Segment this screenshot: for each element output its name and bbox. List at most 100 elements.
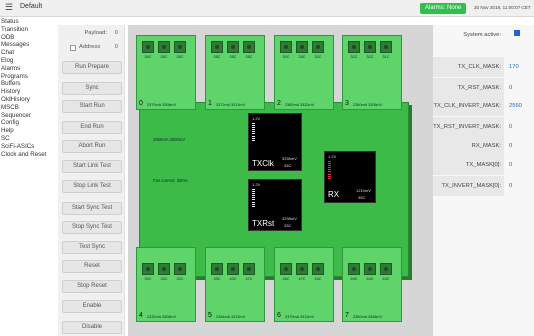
start-link-test-button[interactable]: Start Link Test bbox=[62, 160, 122, 173]
chip bbox=[280, 263, 292, 275]
sync-button[interactable]: Sync bbox=[62, 82, 122, 95]
stop-reset-button[interactable]: Stop Reset bbox=[62, 280, 122, 293]
sidebar-item-mscb[interactable]: MSCB bbox=[0, 104, 56, 112]
sidebar-item-history[interactable]: History bbox=[0, 88, 56, 96]
mask-value[interactable]: 0 bbox=[509, 136, 512, 156]
system-active-row: System active: bbox=[433, 25, 534, 45]
module-temp: 40C bbox=[229, 277, 237, 281]
module-7[interactable]: 49C 44C 43C 7 2380mA 3308mV bbox=[342, 247, 402, 322]
run-prepare-button[interactable]: Run Prepare bbox=[62, 61, 122, 74]
stop-link-test-button[interactable]: Stop Link Test bbox=[62, 180, 122, 193]
sidebar: Status Transition ODB Messages Chat Elog… bbox=[0, 18, 56, 158]
sidebar-item-oldhistory[interactable]: OldHistory bbox=[0, 96, 56, 104]
rx-chip[interactable]: 1.2V RX 1210mV 35C bbox=[324, 151, 376, 203]
module-stats: 2380mA 3308mV bbox=[353, 103, 383, 107]
sidebar-item-scifi-asics[interactable]: SciFi-ASICs bbox=[0, 143, 56, 151]
mask-label: RX_MASK: bbox=[433, 136, 504, 156]
chip bbox=[312, 41, 324, 53]
chip bbox=[296, 41, 308, 53]
sidebar-item-programs[interactable]: Programs bbox=[0, 73, 56, 81]
sidebar-item-elog[interactable]: Elog bbox=[0, 57, 56, 65]
chip bbox=[364, 41, 376, 53]
chip bbox=[158, 41, 170, 53]
hamburger-icon[interactable]: ☰ bbox=[5, 2, 13, 13]
sidebar-item-alarms[interactable]: Alarms bbox=[0, 65, 56, 73]
disable-button[interactable]: Disable bbox=[62, 321, 122, 334]
sidebar-item-buffers[interactable]: Buffers bbox=[0, 80, 56, 88]
address-checkbox[interactable] bbox=[70, 45, 76, 51]
mask-value[interactable]: 0 bbox=[509, 176, 512, 196]
module-6[interactable]: 45C 47C 43C 6 2370mA 3312mV bbox=[274, 247, 334, 322]
sidebar-item-clock-and-reset[interactable]: Clock and Reset bbox=[0, 151, 56, 159]
sidebar-item-odb[interactable]: ODB bbox=[0, 34, 56, 42]
txclk-tag: 1.2V bbox=[252, 116, 261, 121]
module-temp: 34C bbox=[144, 55, 152, 59]
txrst-name: TXRst bbox=[252, 219, 275, 228]
txrst-temp: 33C bbox=[284, 223, 292, 228]
chip bbox=[243, 41, 255, 53]
module-4[interactable]: 39C 33C 32C 4 2332mA 3308mV bbox=[136, 247, 196, 322]
payload-value[interactable]: 0 bbox=[115, 30, 118, 36]
txrst-chip[interactable]: 1.2V TXRst 3298mV 33C bbox=[248, 179, 302, 231]
module-temp: 45C bbox=[282, 277, 290, 281]
board-power-label: 2900mA 3300mV bbox=[153, 137, 186, 142]
address-value[interactable]: 0 bbox=[115, 44, 118, 50]
mask-label: TX_MASK[0]: bbox=[433, 155, 504, 175]
start-run-button[interactable]: Start Run bbox=[62, 100, 122, 113]
sidebar-item-status[interactable]: Status bbox=[0, 18, 56, 26]
sidebar-item-sequencer[interactable]: Sequencer bbox=[0, 112, 56, 120]
mask-label: TX_CLK_INVERT_MASK: bbox=[433, 96, 504, 116]
mask-row: TX_RST_INVERT_MASK: 0 bbox=[433, 117, 534, 137]
start-sync-test-button[interactable]: Start Sync Test bbox=[62, 202, 122, 215]
system-active-label: System active: bbox=[463, 32, 501, 38]
sidebar-item-chat[interactable]: Chat bbox=[0, 49, 56, 57]
mask-value[interactable]: 0 bbox=[509, 78, 512, 98]
sidebar-item-sc[interactable]: SC bbox=[0, 135, 56, 143]
control-panel: Payload: 0 Address 0 Run Prepare Sync St… bbox=[58, 25, 125, 336]
mask-row: RX_MASK: 0 bbox=[433, 136, 534, 156]
txrst-tag: 1.2V bbox=[252, 182, 261, 187]
abort-run-button[interactable]: Abort Run bbox=[62, 140, 122, 153]
chip bbox=[348, 263, 360, 275]
chip bbox=[312, 263, 324, 275]
mask-panel: System active: TX_CLK_MASK: 170 TX_RST_M… bbox=[433, 25, 534, 336]
mask-value[interactable]: 2560 bbox=[509, 96, 522, 116]
chip bbox=[364, 263, 376, 275]
module-1[interactable]: 28C 28C 28C 1 2372mA 3312mV bbox=[205, 35, 265, 110]
test-sync-button[interactable]: Test Sync bbox=[62, 241, 122, 254]
module-3[interactable]: 32C 32C 31C 3 2380mA 3308mV bbox=[342, 35, 402, 110]
chip bbox=[227, 263, 239, 275]
module-stats: 2284mA 3312mV bbox=[216, 315, 246, 319]
system-active-checkbox[interactable] bbox=[514, 30, 520, 36]
enable-button[interactable]: Enable bbox=[62, 300, 122, 313]
address-row: Address 0 bbox=[58, 42, 125, 54]
stop-sync-test-button[interactable]: Stop Sync Test bbox=[62, 221, 122, 234]
module-0[interactable]: 34C 26C 26C 0 2370mA 3308mV bbox=[136, 35, 196, 110]
mask-value[interactable]: 170 bbox=[509, 57, 519, 77]
module-temp: 49C bbox=[350, 277, 358, 281]
end-run-button[interactable]: End Run bbox=[62, 121, 122, 134]
sidebar-item-help[interactable]: Help bbox=[0, 127, 56, 135]
module-temp: 32C bbox=[366, 55, 374, 59]
module-5[interactable]: 39C 40C 47C 5 2284mA 3312mV bbox=[205, 247, 265, 322]
mask-label: TX_RST_MASK: bbox=[433, 78, 504, 98]
txclk-name: TXClk bbox=[252, 159, 274, 168]
chip bbox=[243, 263, 255, 275]
module-temp: 43C bbox=[314, 277, 322, 281]
mask-value[interactable]: 0 bbox=[509, 117, 512, 137]
mask-value[interactable]: 0 bbox=[509, 155, 512, 175]
module-2[interactable]: 30C 28C 32C 2 2380mA 3332mV bbox=[274, 35, 334, 110]
sidebar-item-messages[interactable]: Messages bbox=[0, 41, 56, 49]
module-temp: 43C bbox=[382, 277, 390, 281]
module-temp: 33C bbox=[160, 277, 168, 281]
alarms-badge[interactable]: Alarms: None bbox=[420, 3, 467, 14]
mask-row: TX_INVERT_MASK[0]: 0 bbox=[433, 176, 534, 196]
sidebar-item-transition[interactable]: Transition bbox=[0, 26, 56, 34]
chip bbox=[211, 263, 223, 275]
board-panel: 2900mA 3300mV Fan current: 30mA 1.2V TXC… bbox=[128, 25, 433, 336]
reset-button[interactable]: Reset bbox=[62, 260, 122, 273]
app-title: Default bbox=[20, 3, 43, 10]
sidebar-item-config[interactable]: Config bbox=[0, 119, 56, 127]
txclk-chip[interactable]: 1.2V TXClk 3256mV 35C bbox=[248, 113, 302, 171]
payload-row: Payload: 0 bbox=[58, 28, 125, 40]
